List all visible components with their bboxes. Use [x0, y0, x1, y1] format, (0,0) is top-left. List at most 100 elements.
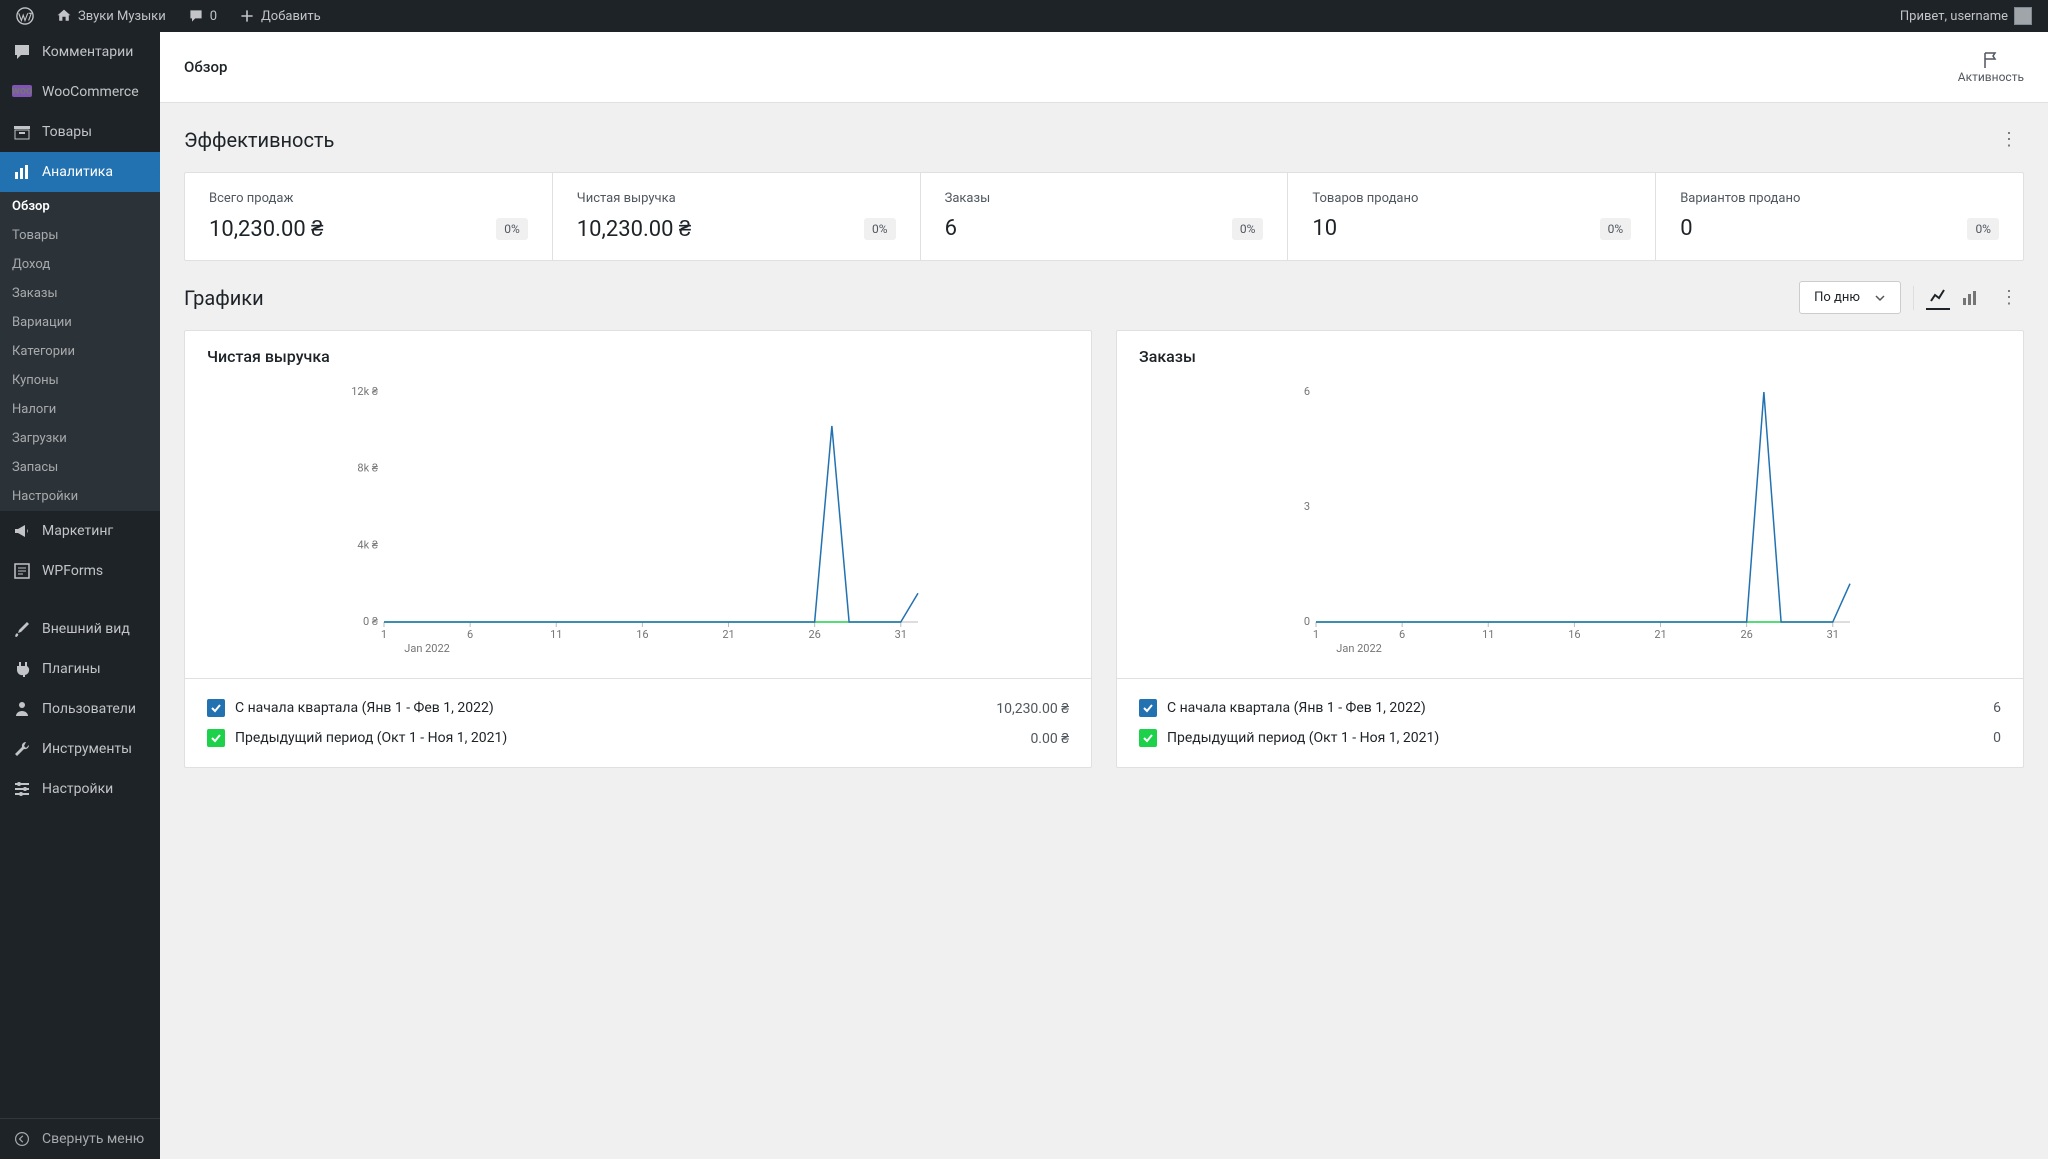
chart-orders: Заказы 036161116212631Jan 2022 С начала …: [1116, 330, 2024, 768]
svg-text:21: 21: [722, 628, 734, 641]
comment-icon: [188, 8, 204, 24]
kpi-net-revenue[interactable]: Чистая выручка 10,230.00 ₴0%: [553, 173, 921, 260]
megaphone-icon: [12, 521, 32, 541]
user-icon: [12, 699, 32, 719]
legend-current[interactable]: С начала квартала (Янв 1 - Фев 1, 2022) …: [1139, 693, 2001, 723]
add-new-link[interactable]: Добавить: [231, 0, 329, 32]
form-icon: [12, 561, 32, 581]
admin-sidebar: Комментарии woo WooCommerce Товары Анали…: [0, 32, 160, 1159]
submenu-products[interactable]: Товары: [0, 221, 160, 250]
sidebar-item-users[interactable]: Пользователи: [0, 689, 160, 729]
performance-title: Эффективность: [184, 128, 334, 152]
svg-text:3: 3: [1304, 500, 1310, 513]
svg-text:4k ₴: 4k ₴: [357, 538, 378, 551]
submenu-settings[interactable]: Настройки: [0, 482, 160, 511]
svg-text:1: 1: [381, 628, 387, 641]
collapse-menu[interactable]: Свернуть меню: [0, 1118, 160, 1159]
plug-icon: [12, 659, 32, 679]
submenu-coupons[interactable]: Купоны: [0, 366, 160, 395]
page-title: Обзор: [184, 58, 227, 76]
sidebar-item-wpforms[interactable]: WPForms: [0, 551, 160, 591]
admin-toolbar: Звуки Музыки 0 Добавить Привет, username: [0, 0, 2048, 32]
line-view-button[interactable]: [1926, 286, 1950, 310]
legend-previous[interactable]: Предыдущий период (Окт 1 - Ноя 1, 2021) …: [207, 723, 1069, 753]
woo-icon: woo: [12, 82, 32, 102]
sidebar-item-analytics[interactable]: Аналитика: [0, 152, 160, 192]
checkbox-icon: [207, 699, 225, 717]
svg-text:16: 16: [636, 628, 648, 641]
line-chart-icon: [1928, 287, 1948, 307]
sliders-icon: [12, 779, 32, 799]
svg-text:Jan 2022: Jan 2022: [1336, 642, 1382, 655]
svg-text:26: 26: [808, 628, 820, 641]
analytics-submenu: Обзор Товары Доход Заказы Вариации Катег…: [0, 192, 160, 511]
svg-text:26: 26: [1740, 628, 1752, 641]
comments-link[interactable]: 0: [180, 0, 225, 32]
bar-chart-icon: [1960, 288, 1980, 308]
submenu-stock[interactable]: Запасы: [0, 453, 160, 482]
site-name-link[interactable]: Звуки Музыки: [48, 0, 174, 32]
svg-text:8k ₴: 8k ₴: [357, 462, 378, 475]
sidebar-item-appearance[interactable]: Внешний вид: [0, 609, 160, 649]
submenu-overview[interactable]: Обзор: [0, 192, 160, 221]
submenu-taxes[interactable]: Налоги: [0, 395, 160, 424]
svg-text:11: 11: [550, 628, 562, 641]
svg-text:16: 16: [1568, 628, 1580, 641]
legend-current[interactable]: С начала квартала (Янв 1 - Фев 1, 2022) …: [207, 693, 1069, 723]
plus-icon: [239, 8, 255, 24]
interval-dropdown[interactable]: По дню: [1799, 281, 1901, 314]
submenu-downloads[interactable]: Загрузки: [0, 424, 160, 453]
submenu-revenue[interactable]: Доход: [0, 250, 160, 279]
sidebar-item-products[interactable]: Товары: [0, 112, 160, 152]
svg-text:0 ₴: 0 ₴: [363, 615, 379, 628]
kpi-orders[interactable]: Заказы 60%: [921, 173, 1289, 260]
net-revenue-chart-svg: 0 ₴4k ₴8k ₴12k ₴161116212631Jan 2022: [201, 382, 1075, 662]
charts-title: Графики: [184, 286, 264, 310]
wrench-icon: [12, 739, 32, 759]
greeting-link[interactable]: Привет, username: [1892, 0, 2040, 32]
chevron-down-icon: [1874, 292, 1886, 304]
svg-text:11: 11: [1482, 628, 1494, 641]
svg-text:31: 31: [1827, 628, 1839, 641]
avatar-icon: [2014, 7, 2032, 25]
archive-icon: [12, 122, 32, 142]
submenu-orders[interactable]: Заказы: [0, 279, 160, 308]
collapse-icon: [12, 1129, 32, 1149]
chart-bar-icon: [12, 162, 32, 182]
brush-icon: [12, 619, 32, 639]
checkbox-icon: [1139, 699, 1157, 717]
sidebar-item-comments[interactable]: Комментарии: [0, 32, 160, 72]
orders-chart-svg: 036161116212631Jan 2022: [1133, 382, 2007, 662]
submenu-categories[interactable]: Категории: [0, 337, 160, 366]
svg-text:6: 6: [1399, 628, 1405, 641]
charts-more-button[interactable]: ⋮: [1994, 281, 2024, 314]
page-header: Обзор Активность: [160, 32, 2048, 103]
chart-net-revenue: Чистая выручка 0 ₴4k ₴8k ₴12k ₴161116212…: [184, 330, 1092, 768]
sidebar-item-marketing[interactable]: Маркетинг: [0, 511, 160, 551]
sidebar-item-plugins[interactable]: Плагины: [0, 649, 160, 689]
kpi-total-sales[interactable]: Всего продаж 10,230.00 ₴0%: [185, 173, 553, 260]
svg-text:12k ₴: 12k ₴: [351, 385, 379, 398]
svg-text:1: 1: [1313, 628, 1319, 641]
svg-text:woo: woo: [12, 85, 32, 97]
checkbox-icon: [1139, 729, 1157, 747]
bar-view-button[interactable]: [1958, 286, 1982, 310]
activity-button[interactable]: Активность: [1958, 50, 2024, 84]
wp-logo[interactable]: [8, 0, 42, 32]
sidebar-item-tools[interactable]: Инструменты: [0, 729, 160, 769]
svg-text:31: 31: [895, 628, 907, 641]
svg-text:0: 0: [1304, 615, 1310, 628]
svg-text:6: 6: [1304, 385, 1310, 398]
submenu-variations[interactable]: Вариации: [0, 308, 160, 337]
flag-icon: [1981, 50, 2001, 70]
performance-more-button[interactable]: ⋮: [1994, 123, 2024, 156]
kpi-items-sold[interactable]: Товаров продано 100%: [1288, 173, 1656, 260]
kpi-row: Всего продаж 10,230.00 ₴0% Чистая выручк…: [184, 172, 2024, 261]
sidebar-item-settings[interactable]: Настройки: [0, 769, 160, 809]
checkbox-icon: [207, 729, 225, 747]
home-icon: [56, 8, 72, 24]
legend-previous[interactable]: Предыдущий период (Окт 1 - Ноя 1, 2021) …: [1139, 723, 2001, 753]
kpi-variants-sold[interactable]: Вариантов продано 00%: [1656, 173, 2023, 260]
svg-text:6: 6: [467, 628, 473, 641]
sidebar-item-woocommerce[interactable]: woo WooCommerce: [0, 72, 160, 112]
